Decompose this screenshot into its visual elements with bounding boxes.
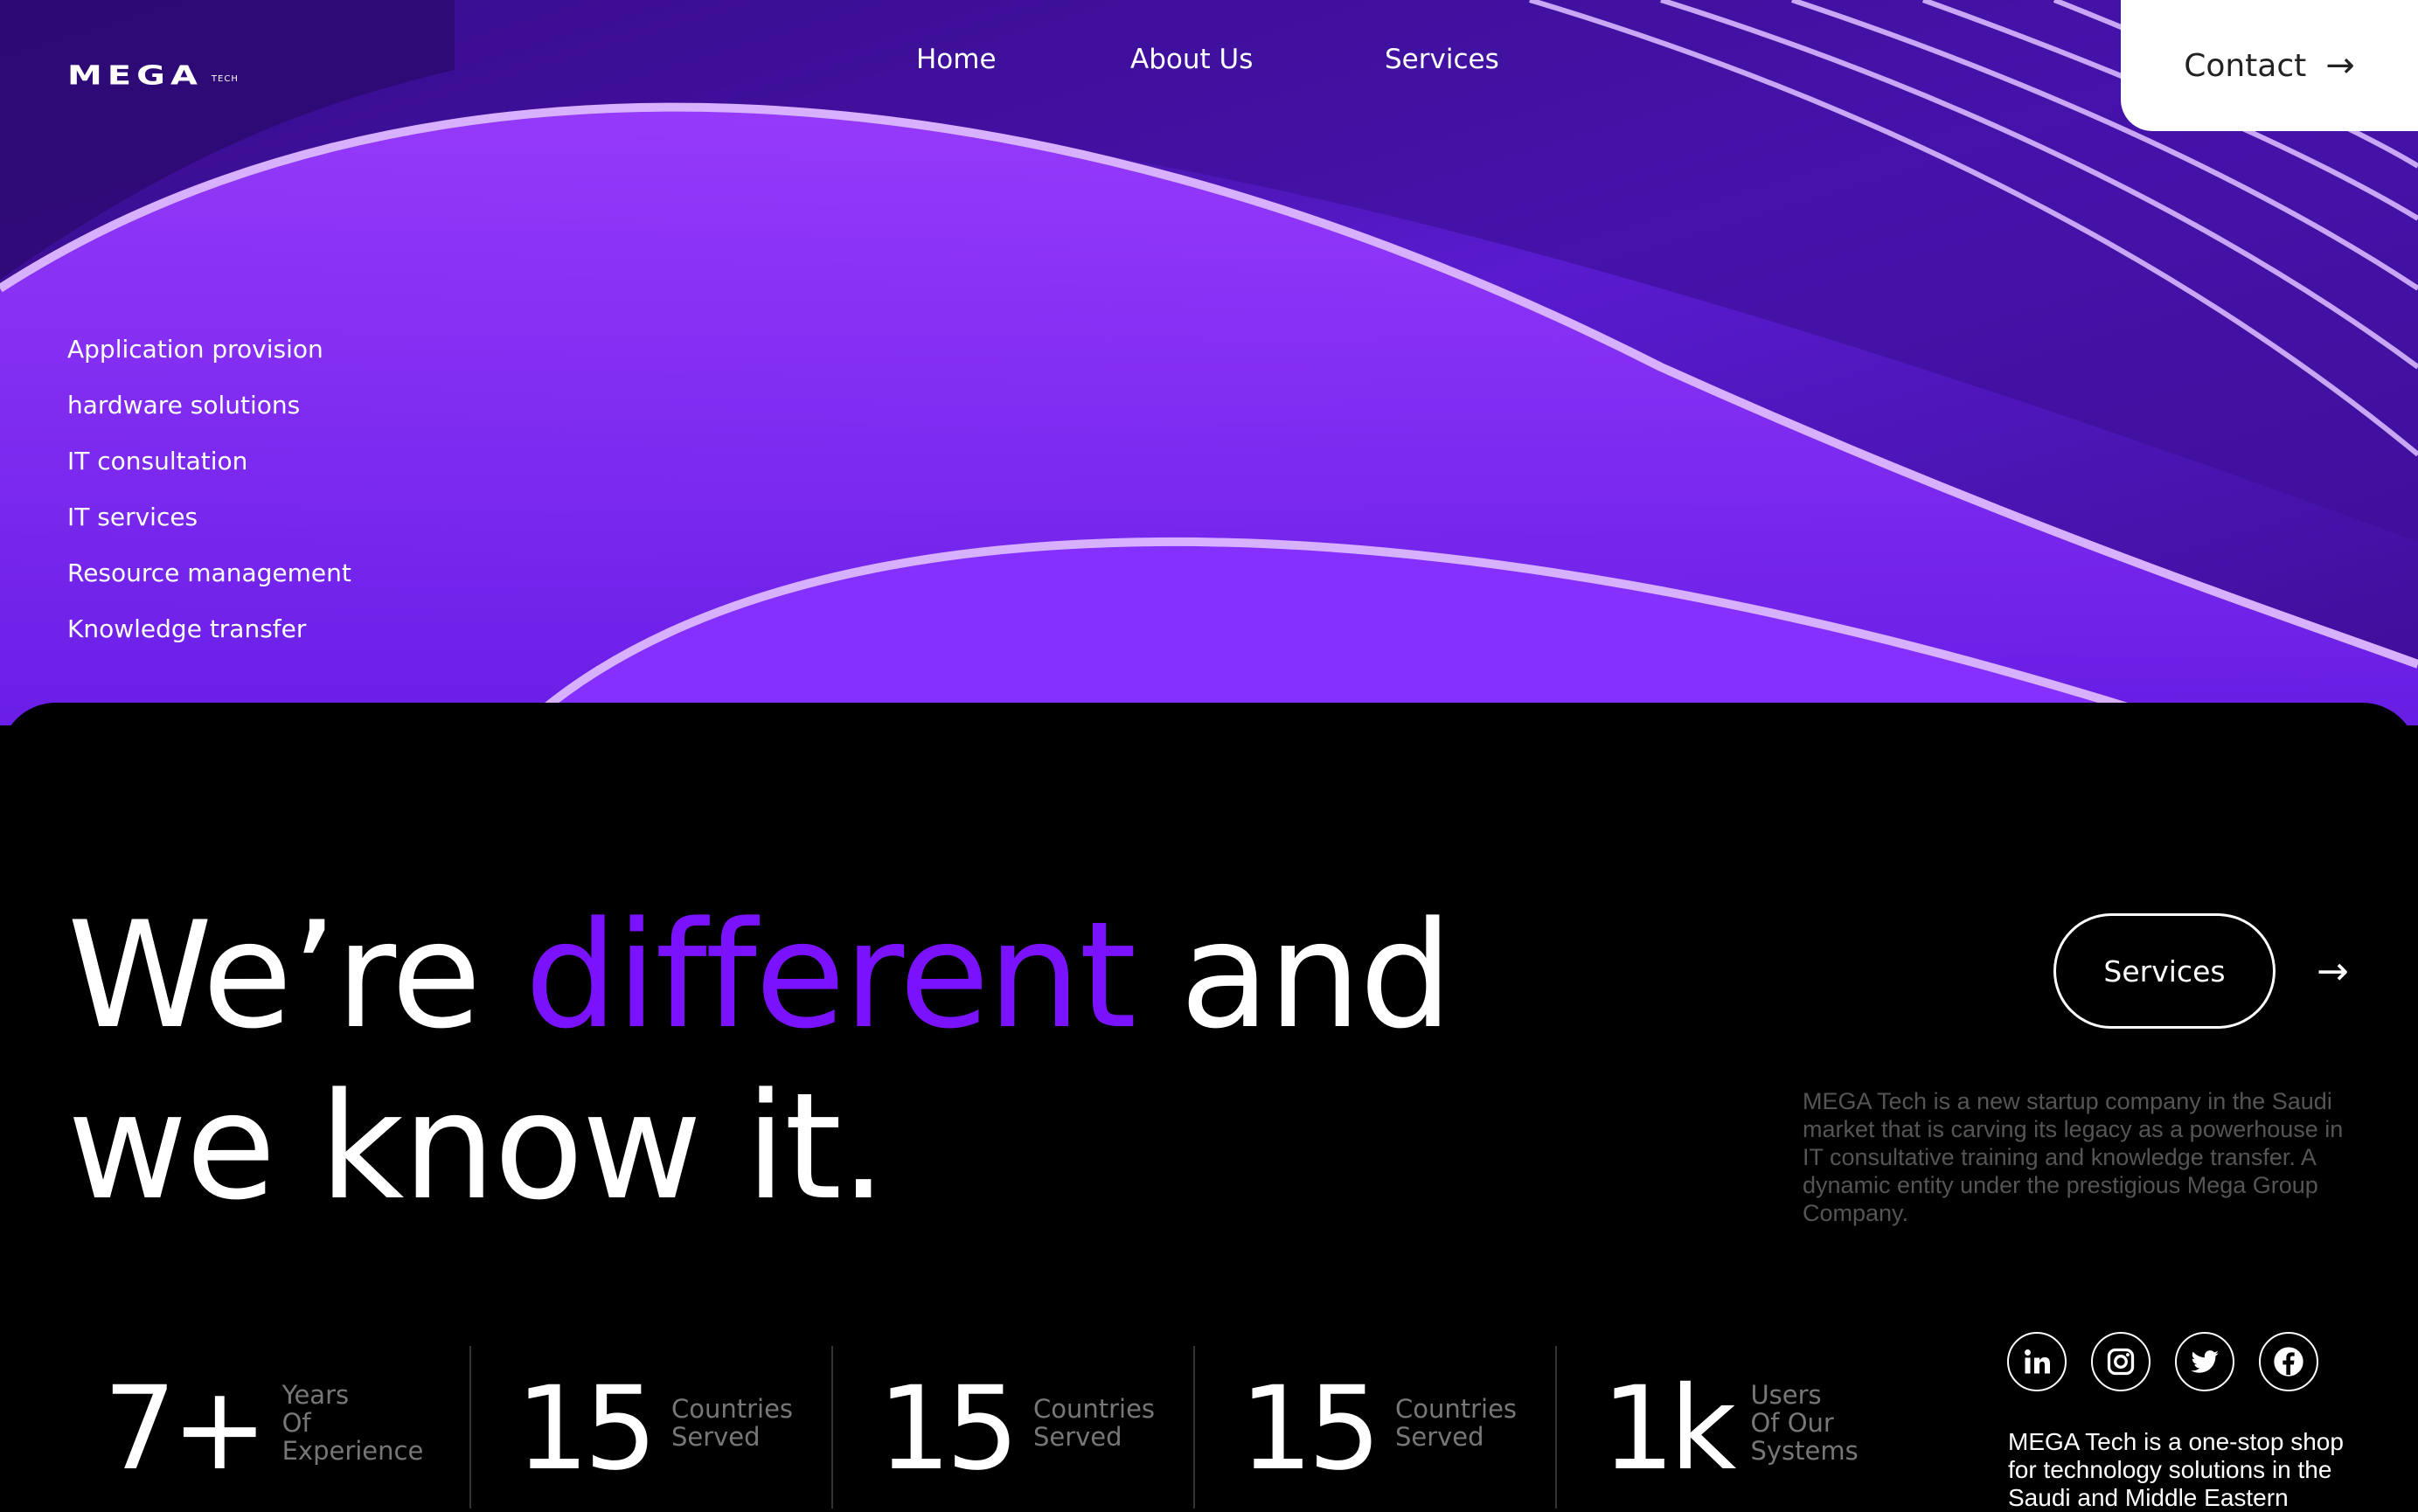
stat-value: 15 <box>878 1362 1019 1496</box>
about-description: MEGA Tech is a new startup company in th… <box>1803 1088 2344 1226</box>
stat-divider <box>1555 1346 1557 1509</box>
instagram-icon[interactable] <box>2091 1332 2150 1391</box>
stat-label: Users Of Our Systems <box>1750 1381 1858 1465</box>
services-list-item[interactable]: Resource management <box>67 556 351 612</box>
stat-label-line: Experience <box>281 1436 424 1466</box>
page-headline: We’re different and we know it. <box>67 890 1453 1232</box>
stat-label-line: Users <box>1750 1380 1822 1410</box>
brand-tag: TECH <box>211 74 239 84</box>
nav-services-link[interactable]: Services <box>1385 44 1499 75</box>
services-list-item[interactable]: IT services <box>67 500 351 556</box>
stat-value: 1k <box>1602 1362 1736 1496</box>
stat-divider <box>831 1346 833 1509</box>
stat-label-line: Years <box>281 1380 350 1410</box>
stat-divider <box>1193 1346 1195 1509</box>
hero-wave-background <box>0 0 2418 725</box>
stat-label-line: Systems <box>1750 1436 1859 1466</box>
stat-label: Countries Served <box>671 1395 793 1451</box>
linkedin-icon[interactable] <box>2007 1332 2067 1391</box>
headline-part1: We’re <box>67 890 525 1061</box>
stat-value: 15 <box>516 1362 657 1496</box>
services-list-item[interactable]: hardware solutions <box>67 388 351 444</box>
contact-label: Contact <box>2184 47 2307 84</box>
arrow-right-icon[interactable]: → <box>2317 949 2349 994</box>
stat-label-line: Served <box>1394 1422 1484 1452</box>
stat-label: Countries Served <box>1033 1395 1155 1451</box>
services-button-label: Services <box>2103 954 2226 988</box>
stat-label-line: Served <box>671 1422 761 1452</box>
stat-label-line: Served <box>1032 1422 1122 1452</box>
nav-about-link[interactable]: About Us <box>1130 44 1253 75</box>
social-links <box>2007 1332 2318 1391</box>
services-list-item[interactable]: Application provision <box>67 332 351 388</box>
stat-item: 15 Countries Served <box>878 1346 1155 1509</box>
stat-label-line: Of Our <box>1750 1408 1834 1438</box>
nav-home-link[interactable]: Home <box>916 44 997 75</box>
stat-value: 7+ <box>103 1362 268 1496</box>
contact-button[interactable]: Contact → <box>2121 0 2418 131</box>
stats-row: 7+ Years Of Experience 15 Countries Serv… <box>0 1346 1923 1509</box>
stat-label-line: Countries <box>1032 1394 1156 1424</box>
headline-accent: different <box>525 890 1136 1061</box>
social-description: MEGA Tech is a one-stop shop for technol… <box>2008 1428 2344 1511</box>
brand-logo[interactable]: MEGA TECH <box>67 51 239 92</box>
hero-banner: MEGA TECH Home About Us Services Contact… <box>0 0 2418 725</box>
stat-value: 15 <box>1240 1362 1381 1496</box>
services-list-item[interactable]: IT consultation <box>67 444 351 500</box>
facebook-icon[interactable] <box>2259 1332 2318 1391</box>
stat-label-line: Countries <box>671 1394 794 1424</box>
stat-item: 1k Users Of Our Systems <box>1602 1346 1859 1509</box>
twitter-icon[interactable] <box>2175 1332 2234 1391</box>
stat-label: Countries Served <box>1395 1395 1517 1451</box>
headline-part2: and <box>1135 890 1453 1061</box>
headline-line2: we know it. <box>67 1061 886 1232</box>
brand-name: MEGA <box>67 60 203 92</box>
stat-label-line: Countries <box>1394 1394 1518 1424</box>
stat-item: 7+ Years Of Experience <box>103 1346 423 1509</box>
stat-label: Years Of Experience <box>282 1381 424 1465</box>
stat-divider <box>469 1346 471 1509</box>
arrow-right-icon: → <box>2325 45 2355 86</box>
stat-item: 15 Countries Served <box>1240 1346 1517 1509</box>
services-list: Application provision hardware solutions… <box>67 332 351 668</box>
services-list-item[interactable]: Knowledge transfer <box>67 612 351 668</box>
stat-label-line: Of <box>281 1408 311 1438</box>
services-button[interactable]: Services <box>2053 913 2276 1029</box>
stat-item: 15 Countries Served <box>516 1346 793 1509</box>
